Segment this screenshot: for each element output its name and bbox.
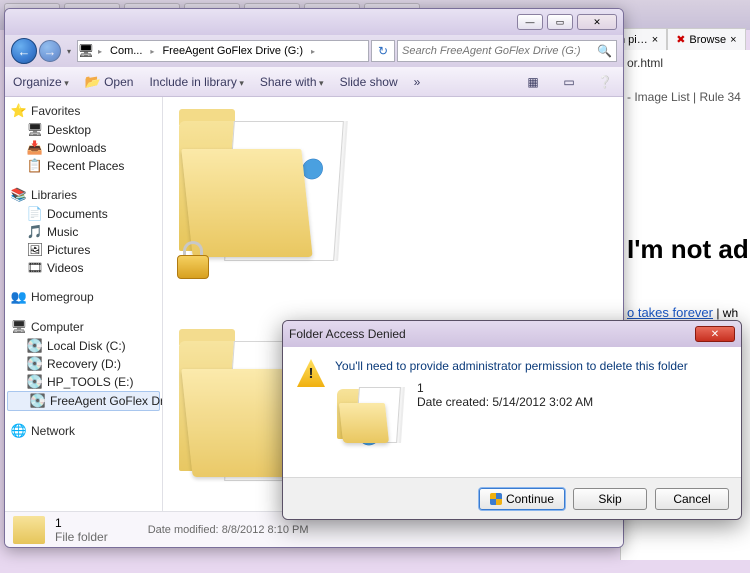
nav-freeagent-g[interactable]: 💽FreeAgent GoFlex Dr: [7, 391, 160, 411]
nav-pane: ⭐Favorites 🖥Desktop 📥Downloads 📋Recent P…: [5, 97, 163, 513]
dialog-titlebar[interactable]: Folder Access Denied ✕: [283, 321, 741, 347]
more-commands[interactable]: »: [414, 75, 421, 89]
details-name: 1: [55, 516, 108, 530]
documents-icon: 📄: [27, 206, 43, 222]
folder-item-selected[interactable]: [169, 103, 359, 283]
nav-network[interactable]: 🌐Network: [5, 421, 162, 441]
drive-icon: 💽: [27, 338, 43, 354]
nav-documents[interactable]: 📄Documents: [5, 205, 162, 223]
nav-recovery-d[interactable]: 💽Recovery (D:): [5, 355, 162, 373]
nav-music[interactable]: 🎵Music: [5, 223, 162, 241]
page-links: - Image List | Rule 34: [627, 90, 744, 104]
close-button[interactable]: ✕: [577, 14, 617, 30]
page-heading: I'm not ad: [627, 234, 744, 265]
dialog-message: You'll need to provide administrator per…: [335, 359, 727, 373]
details-meta-label: Date modified:: [148, 524, 219, 536]
search-icon[interactable]: 🔍: [597, 44, 612, 58]
titlebar[interactable]: — ▭ ✕: [5, 9, 623, 35]
nav-downloads[interactable]: 📥Downloads: [5, 139, 162, 157]
recent-icon: 📋: [27, 158, 43, 174]
organize-menu[interactable]: Organize: [13, 75, 69, 89]
help-icon[interactable]: ❔: [595, 72, 615, 92]
dialog-buttons: Continue Skip Cancel: [283, 477, 741, 519]
network-icon: 🌐: [11, 423, 27, 439]
skip-button[interactable]: Skip: [573, 488, 647, 510]
dialog-item-meta: Date created: 5/14/2012 3:02 AM: [417, 395, 593, 409]
continue-button[interactable]: Continue: [479, 488, 565, 510]
share-menu[interactable]: Share with: [260, 75, 324, 89]
videos-icon: 🎞: [27, 260, 43, 276]
nav-local-disk-c[interactable]: 💽Local Disk (C:): [5, 337, 162, 355]
breadcrumb[interactable]: 🖥 ▸ Com... ▸ FreeAgent GoFlex Drive (G:)…: [77, 40, 369, 62]
text: | wh: [713, 306, 738, 320]
nav-history-dropdown[interactable]: ▾: [63, 41, 75, 61]
music-icon: 🎵: [27, 224, 43, 240]
details-type: File folder: [55, 530, 108, 544]
command-bar: Organize 📂 Open Include in library Share…: [5, 67, 623, 97]
nav-computer[interactable]: 🖥Computer: [5, 317, 162, 337]
forward-button[interactable]: →: [39, 40, 61, 62]
folder-icon: [13, 516, 45, 544]
cancel-button[interactable]: Cancel: [655, 488, 729, 510]
folder-open-icon: 📂: [85, 74, 101, 90]
breadcrumb-seg[interactable]: Com...: [106, 45, 146, 57]
nav-favorites[interactable]: ⭐Favorites: [5, 101, 162, 121]
nav-hp-tools-e[interactable]: 💽HP_TOOLS (E:): [5, 373, 162, 391]
preview-pane-icon[interactable]: ▭: [559, 72, 579, 92]
nav-homegroup[interactable]: 👥Homegroup: [5, 287, 162, 307]
url-fragment: or.html: [627, 56, 744, 70]
drive-icon: 💽: [27, 356, 43, 372]
breadcrumb-seg[interactable]: FreeAgent GoFlex Drive (G:): [158, 45, 307, 57]
nav-recent-places[interactable]: 📋Recent Places: [5, 157, 162, 175]
computer-icon: 🖥: [78, 43, 94, 59]
drive-icon: 💽: [30, 393, 46, 409]
details-meta-value: 8/8/2012 8:10 PM: [222, 524, 309, 536]
warning-icon: [297, 359, 325, 387]
uac-shield-icon: [490, 493, 502, 505]
maximize-button[interactable]: ▭: [547, 14, 573, 30]
access-denied-dialog: Folder Access Denied ✕ You'll need to pr…: [282, 320, 742, 520]
homegroup-icon: 👥: [11, 289, 27, 305]
address-bar: ← → ▾ 🖥 ▸ Com... ▸ FreeAgent GoFlex Driv…: [5, 35, 623, 67]
open-button[interactable]: 📂 Open: [85, 74, 134, 90]
downloads-icon: 📥: [27, 140, 43, 156]
nav-pictures[interactable]: 🖼Pictures: [5, 241, 162, 259]
slideshow-button[interactable]: Slide show: [340, 75, 398, 89]
refresh-button[interactable]: ↻: [371, 40, 395, 62]
breadcrumb-sep[interactable]: ▸: [146, 47, 158, 56]
search-input[interactable]: [402, 45, 597, 57]
dialog-title: Folder Access Denied: [289, 327, 406, 341]
breadcrumb-sep[interactable]: ▸: [94, 47, 106, 56]
desktop-icon: 🖥: [27, 122, 43, 138]
back-button[interactable]: ←: [11, 38, 37, 64]
computer-icon: 🖥: [11, 319, 27, 335]
page-link[interactable]: o takes forever: [627, 305, 713, 320]
browser-tabs: n pi… × ✖Browse ×: [610, 28, 750, 51]
dialog-close-button[interactable]: ✕: [695, 326, 735, 342]
breadcrumb-sep[interactable]: ▸: [307, 47, 319, 56]
view-options-icon[interactable]: ▦: [523, 72, 543, 92]
nav-desktop[interactable]: 🖥Desktop: [5, 121, 162, 139]
search-box[interactable]: 🔍: [397, 40, 617, 62]
lock-icon: [173, 239, 213, 279]
libraries-icon: 📚: [11, 187, 27, 203]
pictures-icon: 🖼: [27, 242, 43, 258]
nav-videos[interactable]: 🎞Videos: [5, 259, 162, 277]
drive-icon: 💽: [27, 374, 43, 390]
include-library-menu[interactable]: Include in library: [149, 75, 243, 89]
star-icon: ⭐: [11, 103, 27, 119]
dialog-item-name: 1: [417, 381, 593, 395]
folder-icon: [335, 381, 405, 447]
minimize-button[interactable]: —: [517, 14, 543, 30]
nav-libraries[interactable]: 📚Libraries: [5, 185, 162, 205]
browser-tab[interactable]: ✖Browse ×: [667, 28, 745, 51]
